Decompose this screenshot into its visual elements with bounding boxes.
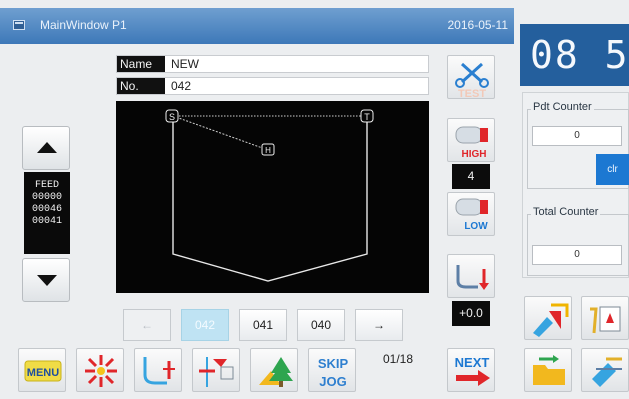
wrench-card-icon	[590, 306, 621, 334]
menu-button[interactable]: MENU	[18, 348, 66, 392]
step-next-button[interactable]: →	[355, 309, 403, 341]
feed-value-total: 00000	[31, 192, 62, 203]
convert-icon	[592, 357, 622, 387]
trim-position-button[interactable]	[192, 348, 240, 392]
presser-down-icon	[456, 265, 489, 290]
skip-jog-icon: SKIP JOG	[318, 356, 349, 389]
edit-pattern-icon	[533, 303, 569, 337]
origin-button[interactable]	[76, 348, 124, 392]
step-040-button[interactable]: 040	[297, 309, 345, 341]
total-counter-value: 0	[532, 245, 622, 265]
pattern-edit-button[interactable]	[524, 296, 572, 340]
offset-display: +0.0	[452, 301, 490, 326]
folder-icon	[533, 355, 565, 385]
speed-display: 4	[452, 164, 490, 189]
name-value: NEW	[171, 57, 199, 71]
feed-value-count: 00046	[31, 204, 62, 215]
low-label: LOW	[464, 221, 488, 232]
step-041-button[interactable]: 041	[239, 309, 287, 341]
jump-line	[172, 115, 269, 151]
next-button[interactable]: NEXT	[447, 348, 495, 392]
open-folder-button[interactable]	[524, 348, 572, 392]
main-window: MainWindow P1 2016-05-11 FEED 00000 0004…	[0, 0, 629, 399]
test-button[interactable]: TEST	[447, 55, 495, 100]
step-current-button[interactable]: 042	[181, 309, 229, 341]
next-label: NEXT	[455, 355, 490, 370]
motor-high-icon: HIGH	[455, 126, 488, 160]
start-marker-label: S	[169, 112, 175, 122]
feed-down-button[interactable]	[22, 258, 70, 302]
presser-button[interactable]	[134, 348, 182, 392]
menu-icon: MENU	[24, 360, 62, 382]
high-label: HIGH	[462, 149, 487, 160]
trim-position-icon	[199, 357, 234, 387]
scissors-icon: TEST	[455, 62, 489, 100]
motor-low-icon: LOW	[455, 198, 488, 232]
feed-up-button[interactable]	[22, 126, 70, 170]
arrow-up-icon	[37, 142, 57, 153]
tree-icon	[259, 357, 293, 387]
pocket-outline	[172, 119, 368, 282]
needle-marker-label: H	[265, 146, 271, 155]
window-title: MainWindow P1	[40, 18, 127, 32]
test-label: TEST	[458, 88, 486, 100]
pattern-canvas[interactable]: S T H	[116, 101, 429, 293]
presser-down-button[interactable]	[447, 254, 495, 298]
clear-counter-button[interactable]: clr	[596, 154, 629, 185]
skip-label: SKIP	[318, 356, 349, 371]
feed-label: FEED	[34, 180, 59, 191]
scenery-button[interactable]	[250, 348, 298, 392]
speed-low-button[interactable]: LOW	[447, 192, 495, 236]
feed-display: FEED 00000 00046 00041	[24, 172, 70, 254]
number-value: 042	[171, 79, 192, 93]
origin-burst-icon	[85, 355, 117, 387]
skip-jog-button[interactable]: SKIP JOG	[308, 348, 356, 392]
arrow-down-icon	[37, 275, 57, 286]
step-prev-button[interactable]: ←	[123, 309, 171, 341]
date-display: 2016-05-11	[447, 18, 509, 32]
page-indicator: 01/18	[383, 352, 414, 366]
convert-button[interactable]	[581, 348, 629, 392]
feed-value-current: 00041	[31, 216, 62, 227]
pattern-drawing: S T H	[165, 109, 374, 282]
speed-high-button[interactable]: HIGH	[447, 118, 495, 162]
pattern-name-field[interactable]: Name NEW	[116, 55, 429, 73]
number-label: No.	[117, 78, 165, 94]
pdt-counter-label: Pdt Counter	[531, 101, 594, 113]
program-button[interactable]	[581, 296, 629, 340]
arrow-right-icon: NEXT	[455, 355, 490, 386]
end-marker-label: T	[364, 112, 370, 122]
total-counter-label: Total Counter	[531, 206, 601, 218]
menu-label: MENU	[27, 367, 59, 379]
pattern-number-field[interactable]: No. 042	[116, 77, 429, 95]
window-icon	[13, 20, 25, 30]
title-bar: MainWindow P1 2016-05-11	[0, 8, 514, 44]
name-label: Name	[117, 56, 165, 72]
jog-label: JOG	[319, 374, 346, 389]
presser-icon	[143, 357, 175, 385]
pdt-counter-value: 0	[532, 126, 622, 146]
clock-display: 08 55	[520, 24, 629, 86]
